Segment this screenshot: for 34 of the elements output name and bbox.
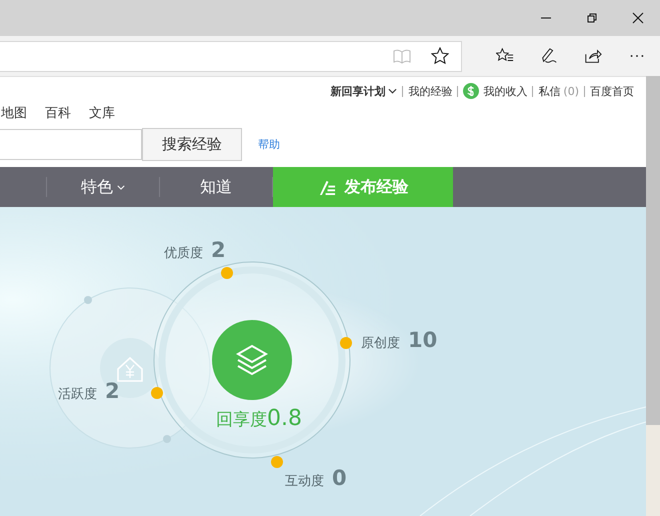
dollar-icon: [463, 83, 480, 99]
product-link[interactable]: 文库: [89, 104, 115, 122]
metric-value: 0: [332, 466, 347, 490]
pen-list-icon: [318, 178, 336, 196]
search-field[interactable]: [0, 129, 142, 160]
plan-menu[interactable]: 新回享计划: [330, 84, 398, 98]
pen-icon[interactable]: [540, 47, 558, 65]
caret-icon: [117, 184, 125, 190]
nav-tab[interactable]: 特色: [47, 167, 159, 207]
metric-label: 优质度: [164, 245, 203, 262]
user-link[interactable]: 百度首页: [590, 84, 634, 98]
user-link[interactable]: 私信 (0): [538, 84, 579, 98]
metric-label: 原创度: [361, 335, 400, 352]
user-link[interactable]: 我的经验: [408, 84, 452, 98]
metric-value: 2: [105, 379, 120, 403]
metric-value: 10: [408, 328, 438, 352]
caret-icon: [388, 88, 398, 94]
metric-label: 活跃度: [58, 386, 97, 403]
metric-label: 互动度: [285, 473, 324, 490]
scrollbar-thumb[interactable]: [646, 76, 660, 425]
share-icon[interactable]: [584, 47, 602, 65]
score-label: 回享度0.8: [216, 406, 302, 431]
search-button[interactable]: 搜索经验: [142, 128, 242, 161]
restore-icon[interactable]: [586, 12, 598, 24]
user-link[interactable]: 我的收入: [483, 84, 528, 98]
favorite-star-icon[interactable]: [431, 47, 449, 65]
help-link[interactable]: 帮助: [258, 137, 280, 152]
product-link[interactable]: 地图: [1, 104, 27, 122]
product-link[interactable]: 百科: [45, 104, 71, 122]
close-icon[interactable]: [632, 12, 644, 24]
metric-value: 2: [211, 238, 226, 262]
address-field[interactable]: [0, 40, 462, 72]
scrollbar[interactable]: [646, 76, 660, 516]
nav-tab[interactable]: 知道: [160, 167, 272, 207]
